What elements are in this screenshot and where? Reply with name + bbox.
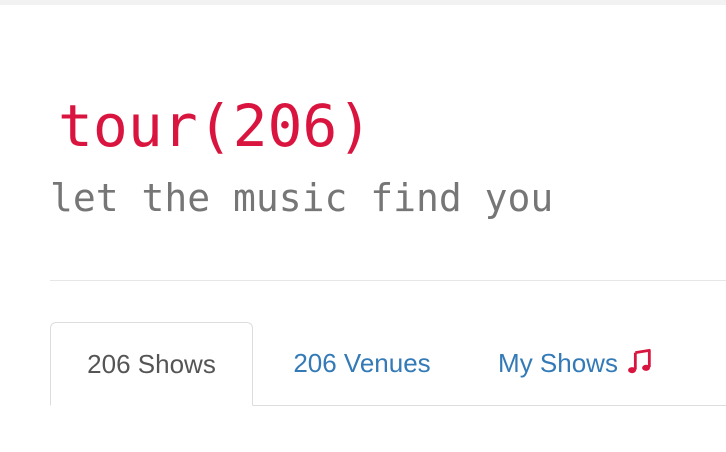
tab-206-venues[interactable]: 206 Venues bbox=[253, 322, 471, 405]
site-title: tour(206) bbox=[58, 92, 373, 160]
page-header: tour(206) let the music find you bbox=[50, 90, 726, 222]
tab-label: 206 Shows bbox=[87, 348, 216, 379]
main-tabs: 206 Shows 206 Venues My Shows bbox=[50, 322, 726, 406]
tab-206-shows[interactable]: 206 Shows bbox=[50, 322, 253, 406]
music-note-icon bbox=[628, 348, 651, 373]
top-strip bbox=[0, 0, 726, 5]
site-tagline: let the music find you bbox=[50, 176, 554, 220]
header-divider bbox=[50, 280, 726, 281]
tab-my-shows[interactable]: My Shows bbox=[471, 322, 681, 405]
tab-label: 206 Venues bbox=[293, 348, 431, 378]
tab-label: My Shows bbox=[498, 348, 618, 378]
